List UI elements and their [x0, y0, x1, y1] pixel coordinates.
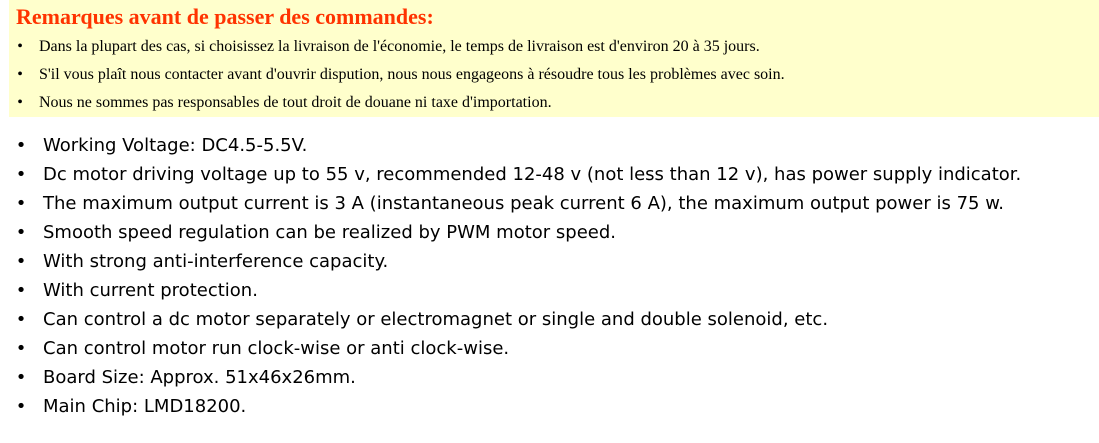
notice-item-text: S'il vous plaît nous contacter avant d'o… [39, 66, 785, 83]
feature-item-text: With current protection. [43, 280, 258, 301]
notice-list: • Dans la plupart des cas, si choisissez… [9, 35, 785, 119]
feature-item-text: Smooth speed regulation can be realized … [43, 222, 617, 243]
order-notice-box: Remarques avant de passer des commandes:… [9, 0, 1099, 117]
bullet-icon: • [15, 280, 27, 301]
notice-item-text: Nous ne sommes pas responsables de tout … [39, 94, 552, 111]
notice-item: • S'il vous plaît nous contacter avant d… [9, 63, 785, 91]
feature-item-text: Can control a dc motor separately or ele… [43, 309, 829, 330]
bullet-icon: • [15, 135, 27, 156]
feature-item: • Can control motor run clock-wise or an… [0, 334, 1021, 363]
feature-list: • Working Voltage: DC4.5-5.5V. • Dc moto… [0, 131, 1022, 421]
bullet-icon: • [15, 251, 27, 272]
bullet-icon: • [15, 367, 27, 388]
bullet-icon: • [15, 309, 27, 330]
feature-item-text: Main Chip: LMD18200. [43, 396, 247, 417]
feature-item: • The maximum output current is 3 A (ins… [0, 189, 1021, 218]
bullet-icon: • [15, 193, 27, 214]
notice-item-text: Dans la plupart des cas, si choisissez l… [39, 38, 760, 55]
bullet-icon: • [17, 38, 23, 55]
bullet-icon: • [15, 164, 27, 185]
bullet-icon: • [17, 94, 23, 111]
notice-item: • Nous ne sommes pas responsables de tou… [9, 91, 785, 119]
feature-item: • Board Size: Approx. 51x46x26mm. [0, 363, 1021, 392]
notice-title: Remarques avant de passer des commandes: [16, 4, 434, 29]
feature-item: • Can control a dc motor separately or e… [0, 305, 1021, 334]
feature-item-text: Can control motor run clock-wise or anti… [43, 338, 510, 359]
feature-item-text: Dc motor driving voltage up to 55 v, rec… [43, 164, 1022, 185]
feature-item: • Smooth speed regulation can be realize… [0, 218, 1021, 247]
feature-item: • With current protection. [0, 276, 1021, 305]
feature-item: • Main Chip: LMD18200. [0, 392, 1021, 421]
feature-item: • With strong anti-interference capacity… [0, 247, 1021, 276]
feature-item-text: With strong anti-interference capacity. [43, 251, 389, 272]
feature-item: • Working Voltage: DC4.5-5.5V. [0, 131, 1021, 160]
feature-item-text: Board Size: Approx. 51x46x26mm. [43, 367, 356, 388]
notice-item: • Dans la plupart des cas, si choisissez… [9, 35, 785, 63]
bullet-icon: • [17, 66, 23, 83]
bullet-icon: • [15, 396, 27, 417]
feature-item: • Dc motor driving voltage up to 55 v, r… [0, 160, 1022, 189]
page: Remarques avant de passer des commandes:… [0, 0, 1099, 443]
bullet-icon: • [15, 222, 27, 243]
feature-item-text: The maximum output current is 3 A (insta… [43, 193, 1004, 214]
feature-item-text: Working Voltage: DC4.5-5.5V. [43, 135, 308, 156]
bullet-icon: • [15, 338, 27, 359]
